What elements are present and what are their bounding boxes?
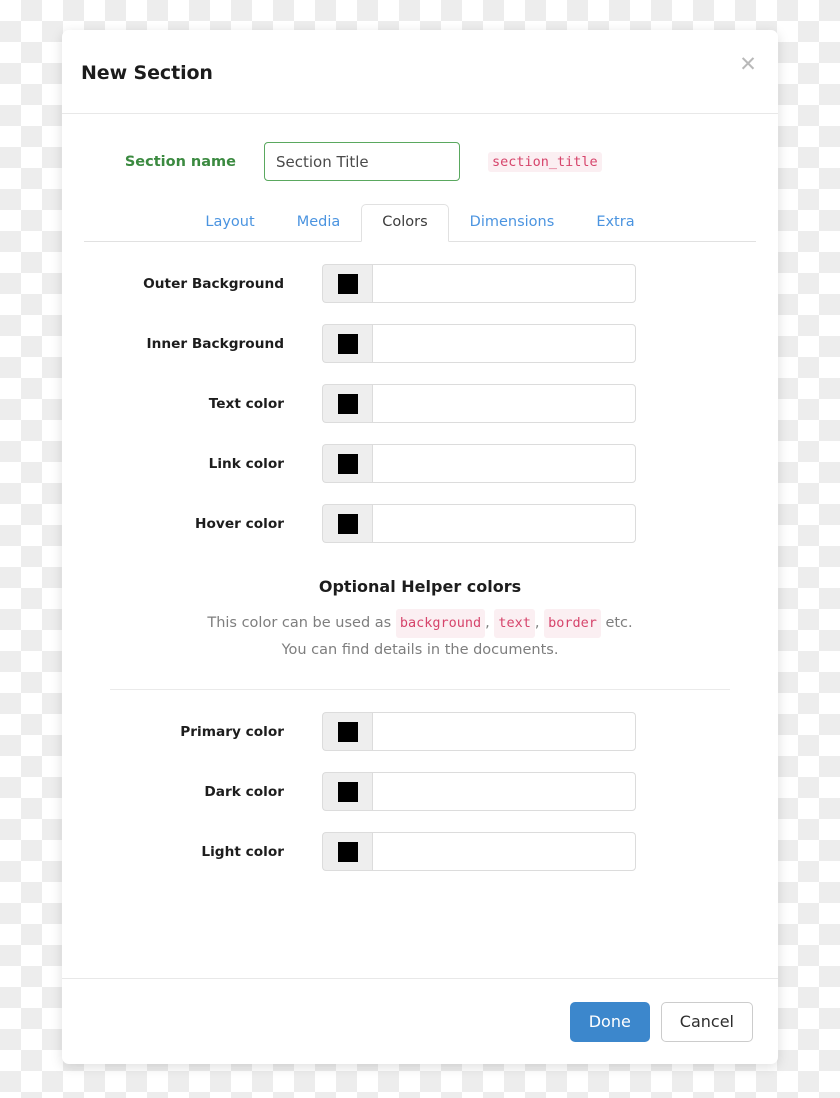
tab-dimensions[interactable]: Dimensions [449,204,576,242]
color-fields-list: Outer Background Inner Background Text c… [62,264,778,543]
color-value-input[interactable] [372,772,636,811]
color-value-input[interactable] [372,712,636,751]
section-name-row: Section name section_title [62,142,778,181]
helper-sep-1: , [485,615,490,631]
color-swatch-button[interactable] [322,324,372,363]
tab-bar: Layout Media Colors Dimensions Extra [84,204,756,242]
color-swatch-button[interactable] [322,712,372,751]
color-value-input[interactable] [372,264,636,303]
color-value-input[interactable] [372,324,636,363]
helper-code-background: background [395,609,486,638]
color-swatch-button[interactable] [322,264,372,303]
color-swatch-icon [337,333,358,354]
color-input-group [322,772,636,811]
color-swatch-button[interactable] [322,504,372,543]
helper-code-text: text [494,609,535,638]
section-name-code-badge: section_title [488,151,602,172]
color-input-group [322,324,636,363]
color-value-input[interactable] [372,444,636,483]
tab-layout[interactable]: Layout [184,204,275,242]
cancel-button[interactable]: Cancel [660,1001,753,1042]
field-row-outer-background: Outer Background [62,264,778,303]
field-label: Link color [208,455,284,472]
color-input-group [322,264,636,303]
field-row-hover-color: Hover color [62,504,778,543]
tab-extra[interactable]: Extra [575,204,655,242]
field-label: Text color [208,395,284,412]
tab-colors[interactable]: Colors [361,204,449,242]
color-swatch-icon [337,841,358,862]
section-name-label: Section name [124,153,236,170]
color-value-input[interactable] [372,832,636,871]
dialog-body: Section name section_title Layout Media … [62,114,778,978]
done-button[interactable]: Done [569,1001,650,1042]
field-label: Light color [201,843,284,860]
helper-colors-section: Optional Helper colors This color can be… [62,577,778,663]
color-swatch-icon [337,721,358,742]
field-label: Outer Background [143,275,284,292]
color-swatch-button[interactable] [322,384,372,423]
color-swatch-icon [337,273,358,294]
color-swatch-icon [337,781,358,802]
color-swatch-button[interactable] [322,444,372,483]
section-name-input[interactable] [264,142,460,181]
new-section-dialog: New Section ✕ Section name section_title… [62,30,778,1064]
field-label: Hover color [195,515,284,532]
field-row-inner-background: Inner Background [62,324,778,363]
field-label: Inner Background [146,335,284,352]
helper-sep-2: , [534,615,540,631]
section-divider [110,689,730,690]
helper-text-start: This color can be used as [207,615,392,631]
color-swatch-icon [337,513,358,534]
color-input-group [322,444,636,483]
color-input-group [322,504,636,543]
page-title: New Section [81,62,213,84]
color-input-group [322,832,636,871]
color-swatch-button[interactable] [322,772,372,811]
helper-text-end: etc. [605,615,633,631]
field-row-primary-color: Primary color [62,712,778,751]
color-input-group [322,384,636,423]
color-value-input[interactable] [372,384,636,423]
color-swatch-icon [337,453,358,474]
helper-code-border: border [544,609,601,638]
field-label: Dark color [204,783,284,800]
color-input-group [322,712,636,751]
color-value-input[interactable] [372,504,636,543]
color-swatch-icon [337,393,358,414]
dialog-footer: Done Cancel [62,978,778,1064]
field-row-text-color: Text color [62,384,778,423]
tab-media[interactable]: Media [276,204,362,242]
field-label: Primary color [180,723,284,740]
close-icon[interactable]: ✕ [735,51,761,77]
helper-description: This color can be used as background, te… [62,609,778,663]
helper-title: Optional Helper colors [318,577,522,596]
dialog-header: New Section ✕ [62,30,778,114]
helper-text-line2: You can find details in the documents. [281,642,559,658]
field-row-link-color: Link color [62,444,778,483]
color-swatch-button[interactable] [322,832,372,871]
field-row-dark-color: Dark color [62,772,778,811]
field-row-light-color: Light color [62,832,778,871]
helper-color-fields-list: Primary color Dark color Light color [62,712,778,871]
